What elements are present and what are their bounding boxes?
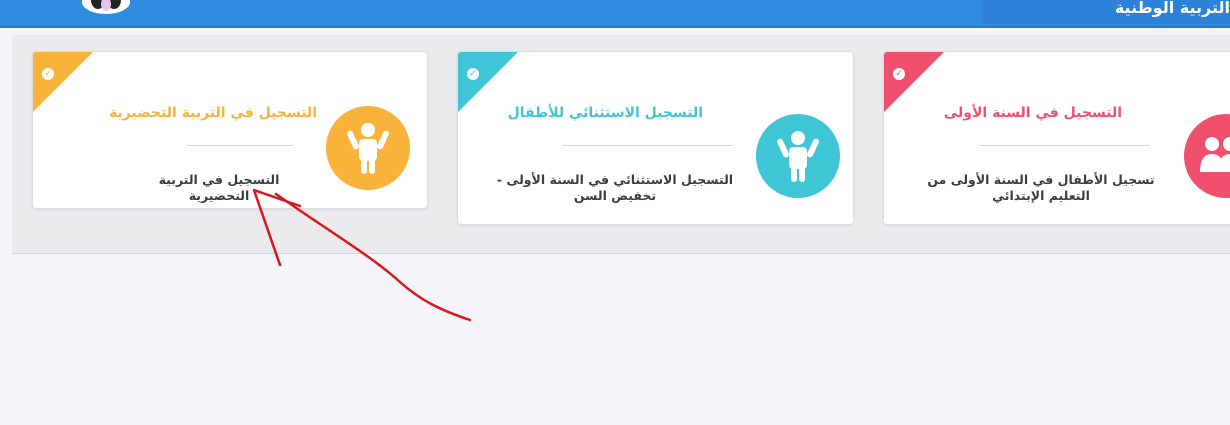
- hand-drawn-arrow-icon: [252, 188, 472, 322]
